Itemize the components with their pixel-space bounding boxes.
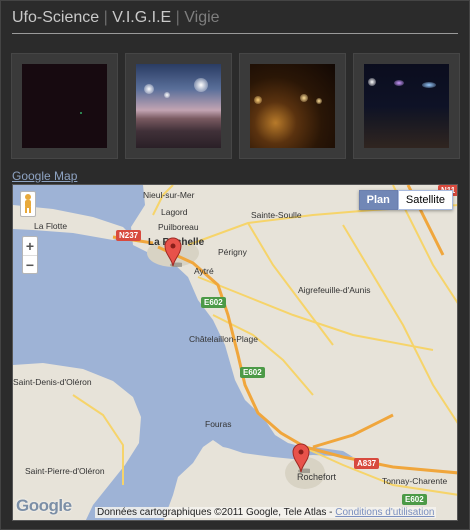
thumbnail-4[interactable] — [353, 53, 460, 159]
thumbnail-image — [250, 64, 335, 148]
place-label: Aytré — [194, 266, 214, 276]
google-logo[interactable]: Google — [16, 496, 72, 516]
map-marker-icon[interactable] — [164, 237, 182, 267]
google-map[interactable]: Nieul-sur-Mer Lagord Puilboreau Sainte-S… — [12, 184, 458, 521]
thumbnail-3[interactable] — [239, 53, 346, 159]
pegman-icon — [25, 194, 31, 213]
zoom-in-button[interactable]: + — [23, 237, 37, 255]
place-label: La Flotte — [34, 221, 68, 231]
attribution-text: Données cartographiques ©2011 Google, Te… — [97, 507, 336, 518]
road-badge: E602 — [240, 367, 265, 378]
place-label: Lagord — [161, 207, 188, 217]
place-label: Aigrefeuille-d'Aunis — [298, 285, 371, 295]
thumbnail-1[interactable] — [11, 53, 118, 159]
map-type-plan-button[interactable]: Plan — [358, 190, 398, 210]
place-label: Saint-Pierre-d'Oléron — [25, 466, 105, 476]
road-badge: N237 — [116, 230, 142, 241]
street-view-pegman[interactable] — [20, 191, 36, 217]
road-badge: E602 — [402, 494, 427, 505]
map-attribution: Données cartographiques ©2011 Google, Te… — [95, 507, 437, 518]
place-label: Nieul-sur-Mer — [143, 190, 195, 200]
road-badge: E602 — [201, 297, 226, 308]
thumbnail-gallery — [11, 53, 461, 159]
map-marker-icon[interactable] — [292, 443, 310, 473]
terms-of-use-link[interactable]: Conditions d'utilisation — [335, 507, 434, 518]
place-label: Saint-Denis-d'Oléron — [13, 377, 92, 387]
google-map-link[interactable]: Google Map — [12, 169, 77, 183]
page-header: Ufo-Science | V.I.G.I.E | Vigie — [12, 8, 458, 28]
thumbnail-image — [136, 64, 221, 148]
thumbnail-image — [22, 64, 107, 148]
road-badge: A837 — [354, 458, 380, 469]
place-label: Périgny — [218, 247, 247, 257]
header-divider — [12, 33, 458, 34]
place-label: Châtelaillon-Plage — [189, 334, 258, 344]
zoom-control: + − — [22, 236, 38, 274]
header-title-vigie-acronym[interactable]: V.I.G.I.E — [112, 9, 171, 26]
header-separator: | — [171, 9, 185, 26]
thumbnail-2[interactable] — [125, 53, 232, 159]
thumbnail-image — [364, 64, 449, 148]
header-title-ufo-science[interactable]: Ufo-Science — [12, 9, 99, 26]
map-type-satellite-button[interactable]: Satellite — [397, 190, 453, 210]
place-label: Fouras — [205, 419, 232, 429]
place-label: Puilboreau — [158, 222, 199, 232]
header-separator: | — [99, 9, 113, 26]
header-title-vigie: Vigie — [184, 9, 220, 26]
zoom-out-button[interactable]: − — [23, 255, 37, 273]
place-label: Tonnay-Charente — [382, 476, 448, 486]
map-type-control: Plan Satellite — [358, 190, 453, 210]
place-label: Rochefort — [297, 472, 337, 482]
place-label: Sainte-Soulle — [251, 210, 302, 220]
